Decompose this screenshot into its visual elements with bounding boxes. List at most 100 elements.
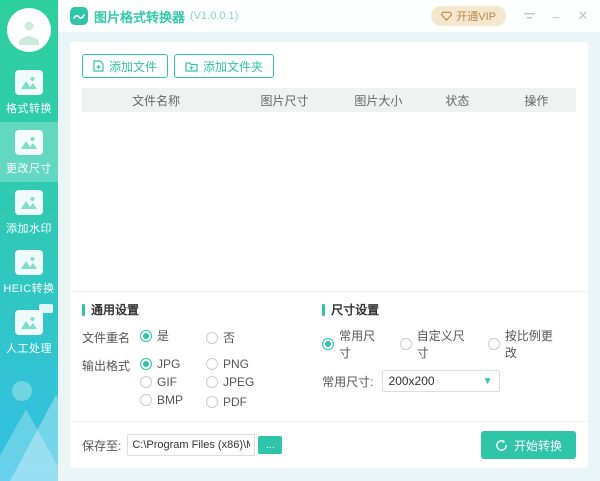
file-list-empty[interactable] — [82, 112, 576, 291]
browse-button[interactable]: ... — [258, 436, 282, 454]
sidebar-item-格式转换[interactable]: 格式转换 — [0, 62, 58, 122]
titlebar: 图片格式转换器 (V1.0.0.1) 开通VIP – ✕ — [58, 0, 600, 32]
format-option-PNG[interactable]: PNG — [206, 357, 272, 371]
format-option-PDF[interactable]: PDF — [206, 393, 272, 411]
chevron-down-icon: ▼ — [483, 376, 493, 387]
format-option-JPEG[interactable]: JPEG — [206, 375, 272, 389]
sun-shape — [12, 381, 32, 401]
size-mode-option-常用尺寸[interactable]: 常用尺寸 — [322, 327, 380, 361]
radio-label: GIF — [157, 375, 177, 389]
open-vip-button[interactable]: 开通VIP — [431, 6, 506, 26]
radio-label: 否 — [223, 329, 235, 346]
sidebar-decoration — [0, 381, 58, 481]
format-label: 输出格式 — [82, 357, 140, 374]
common-size-label: 常用尺寸: — [322, 373, 373, 390]
column-header: 状态 — [418, 92, 497, 109]
radio-icon — [206, 358, 218, 370]
sidebar-item-更改尺寸[interactable]: 更改尺寸 — [0, 122, 58, 182]
rename-option-是[interactable]: 是 — [140, 327, 206, 344]
format-option-BMP[interactable]: BMP — [140, 393, 206, 407]
sidebar-item-label: 添加水印 — [6, 220, 52, 236]
vip-label: 开通VIP — [456, 8, 496, 24]
column-header: 文件名称 — [82, 92, 230, 109]
sidebar-item-人工处理[interactable]: 人工处理 — [0, 302, 58, 362]
footer-bar: 保存至: ... 开始转换 — [82, 422, 576, 468]
common-size-select[interactable]: 200x200 ▼ — [382, 370, 500, 392]
column-header: 操作 — [497, 92, 576, 109]
main-panel: 添加文件 添加文件夹 文件名称图片尺寸图片大小状态操作 通用设置 文件重 — [70, 42, 588, 468]
size-settings: 尺寸设置 常用尺寸 自定义尺寸 按比例更改 常用尺寸: 200x200 ▼ — [314, 301, 576, 411]
rename-option-否[interactable]: 否 — [206, 327, 272, 348]
format-option-JPG[interactable]: JPG — [140, 357, 206, 371]
user-avatar[interactable] — [7, 8, 51, 52]
rename-radio-group: 是否 — [140, 327, 314, 348]
radio-icon — [488, 338, 500, 350]
image-icon — [15, 310, 43, 335]
sidebar: 格式转换更改尺寸添加水印 HEIC转换人工处理 — [0, 0, 58, 481]
format-option-GIF[interactable]: GIF — [140, 375, 206, 389]
sidebar-item-HEIC转换[interactable]: HEIC转换 — [0, 242, 58, 302]
radio-icon — [140, 394, 152, 406]
settings-section: 通用设置 文件重名 是否 输出格式 JPGPNGGIFJPEGBMPPDF 尺寸… — [82, 292, 576, 421]
app-logo-icon — [70, 7, 88, 25]
image-icon — [15, 250, 43, 275]
sidebar-item-label: 人工处理 — [6, 340, 52, 356]
app-window: 格式转换更改尺寸添加水印 HEIC转换人工处理 图片格式转换器 (V1.0.0.1… — [0, 0, 600, 481]
add-folder-label: 添加文件夹 — [203, 58, 263, 75]
person-icon — [14, 15, 44, 45]
menu-icon[interactable] — [522, 9, 536, 23]
column-header: 图片大小 — [339, 92, 418, 109]
size-mode-option-按比例更改[interactable]: 按比例更改 — [488, 327, 556, 361]
save-path-input[interactable] — [127, 434, 255, 456]
close-button[interactable]: ✕ — [576, 9, 590, 23]
size-mode-radio-group: 常用尺寸 自定义尺寸 按比例更改 — [322, 327, 576, 361]
app-version: (V1.0.0.1) — [190, 10, 238, 22]
rename-label: 文件重名 — [82, 329, 140, 346]
column-header: 图片尺寸 — [230, 92, 339, 109]
minimize-button[interactable]: – — [549, 9, 563, 23]
format-radio-group: JPG PNG GIF JPEG BMP PDF — [140, 357, 314, 411]
image-icon — [15, 190, 43, 215]
sidebar-item-label: 格式转换 — [6, 100, 52, 116]
image-icon — [15, 130, 43, 155]
radio-icon — [400, 338, 412, 350]
general-settings: 通用设置 文件重名 是否 输出格式 JPGPNGGIFJPEGBMPPDF — [82, 301, 314, 411]
radio-label: JPG — [157, 357, 180, 371]
add-folder-button[interactable]: 添加文件夹 — [174, 54, 274, 78]
diamond-icon — [441, 11, 452, 21]
start-convert-label: 开始转换 — [514, 437, 562, 454]
radio-label: PNG — [223, 357, 249, 371]
radio-label: 常用尺寸 — [339, 327, 380, 361]
size-mode-option-自定义尺寸[interactable]: 自定义尺寸 — [400, 327, 468, 361]
radio-icon — [140, 376, 152, 388]
radio-label: 按比例更改 — [505, 327, 556, 361]
general-settings-title: 通用设置 — [82, 301, 314, 318]
radio-checked-icon — [140, 330, 152, 342]
file-table-header: 文件名称图片尺寸图片大小状态操作 — [82, 88, 576, 112]
sidebar-menu: 格式转换更改尺寸添加水印 HEIC转换人工处理 — [0, 62, 58, 362]
radio-checked-icon — [140, 358, 152, 370]
radio-label: 自定义尺寸 — [417, 327, 468, 361]
folder-plus-icon — [185, 61, 198, 72]
radio-label: 是 — [157, 327, 169, 344]
common-size-value: 200x200 — [389, 374, 435, 388]
add-file-button[interactable]: 添加文件 — [82, 54, 168, 78]
mountain-shape — [0, 409, 58, 481]
sidebar-item-添加水印[interactable]: 添加水印 — [0, 182, 58, 242]
radio-icon — [206, 396, 218, 408]
sidebar-item-label: HEIC转换 — [3, 280, 54, 296]
size-settings-title: 尺寸设置 — [322, 301, 576, 318]
app-title: 图片格式转换器 — [94, 7, 185, 26]
add-file-label: 添加文件 — [109, 58, 157, 75]
radio-label: BMP — [157, 393, 183, 407]
radio-checked-icon — [322, 338, 334, 350]
start-convert-button[interactable]: 开始转换 — [481, 431, 576, 459]
content-area: 添加文件 添加文件夹 文件名称图片尺寸图片大小状态操作 通用设置 文件重 — [58, 32, 600, 481]
file-plus-icon — [93, 60, 104, 72]
refresh-icon — [495, 439, 508, 452]
toolbar: 添加文件 添加文件夹 — [82, 54, 576, 78]
radio-icon — [206, 332, 218, 344]
radio-label: PDF — [223, 395, 247, 409]
radio-icon — [206, 376, 218, 388]
sidebar-item-label: 更改尺寸 — [6, 160, 52, 176]
